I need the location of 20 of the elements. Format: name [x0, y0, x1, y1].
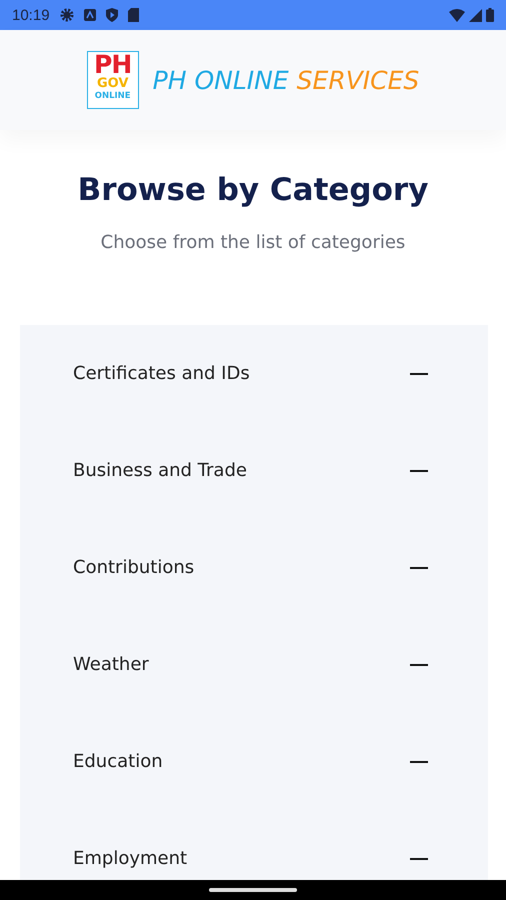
- sd-card-icon: [128, 8, 139, 22]
- shield-icon: [106, 8, 118, 22]
- category-label[interactable]: Weather: [73, 654, 410, 675]
- logo: PH GOV ONLINE: [86, 51, 139, 109]
- status-time: 10:19: [12, 6, 50, 24]
- category-label[interactable]: Certificates and IDs: [73, 363, 410, 384]
- page-subtitle: Choose from the list of categories: [100, 232, 406, 253]
- page-title: Browse by Category: [78, 172, 428, 208]
- home-handle[interactable]: [209, 888, 297, 892]
- category-label[interactable]: Contributions: [73, 557, 410, 578]
- gear-icon: [60, 8, 74, 22]
- signal-icon: [469, 8, 482, 22]
- category-label[interactable]: Business and Trade: [73, 460, 410, 481]
- category-label[interactable]: Education: [73, 751, 410, 772]
- wifi-icon: [449, 8, 465, 22]
- battery-icon: [486, 8, 494, 22]
- brand-name: PH ONLINE: [152, 66, 289, 94]
- category-label[interactable]: Employment: [73, 848, 410, 869]
- brand-name: SERVICES: [296, 66, 420, 94]
- square-icon: [84, 9, 96, 21]
